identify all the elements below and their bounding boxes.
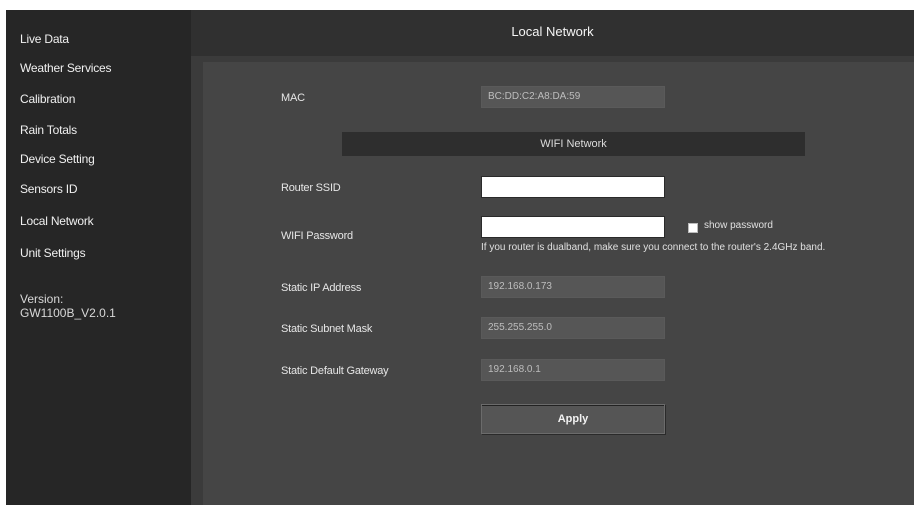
ssid-input[interactable]	[481, 176, 665, 198]
version-value: GW1100B_V2.0.1	[20, 306, 116, 320]
dualband-hint: If you router is dualband, make sure you…	[481, 242, 826, 253]
apply-button[interactable]: Apply	[481, 404, 665, 434]
sidebar-item-live-data[interactable]: Live Data	[20, 32, 69, 46]
sidebar-item-local-network[interactable]: Local Network	[20, 214, 94, 228]
ssid-label: Router SSID	[281, 182, 341, 194]
sidebar-item-weather-services[interactable]: Weather Services	[20, 61, 111, 75]
password-label: WIFI Password	[281, 230, 353, 242]
network-form: MAC BC:DD:C2:A8:DA:59 WIFI Network Route…	[203, 62, 914, 505]
version-label: Version:	[20, 292, 64, 306]
static-ip-label: Static IP Address	[281, 282, 362, 294]
version-info: Version: GW1100B_V2.0.1	[20, 292, 116, 320]
sidebar-item-unit-settings[interactable]: Unit Settings	[20, 246, 86, 260]
page-title: Local Network	[511, 24, 594, 39]
gateway-field[interactable]: 192.168.0.1	[481, 359, 665, 381]
mac-field: BC:DD:C2:A8:DA:59	[481, 86, 665, 108]
sidebar: Live Data Weather Services Calibration R…	[6, 10, 191, 505]
header-bar: Local Network	[191, 10, 914, 56]
password-input[interactable]	[481, 216, 665, 238]
sidebar-item-sensors-id[interactable]: Sensors ID	[20, 182, 78, 196]
wifi-section-header: WIFI Network	[342, 132, 805, 156]
gateway-label: Static Default Gateway	[281, 365, 389, 377]
subnet-field[interactable]: 255.255.255.0	[481, 317, 665, 339]
sidebar-item-device-setting[interactable]: Device Setting	[20, 152, 95, 166]
show-password-label: show password	[704, 220, 773, 231]
subnet-label: Static Subnet Mask	[281, 323, 373, 335]
main-panel: Local Network MAC BC:DD:C2:A8:DA:59 WIFI…	[191, 10, 914, 505]
sidebar-item-rain-totals[interactable]: Rain Totals	[20, 123, 77, 137]
mac-label: MAC	[281, 92, 305, 104]
sidebar-item-calibration[interactable]: Calibration	[20, 92, 75, 106]
static-ip-field[interactable]: 192.168.0.173	[481, 276, 665, 298]
show-password-checkbox[interactable]	[688, 223, 698, 233]
